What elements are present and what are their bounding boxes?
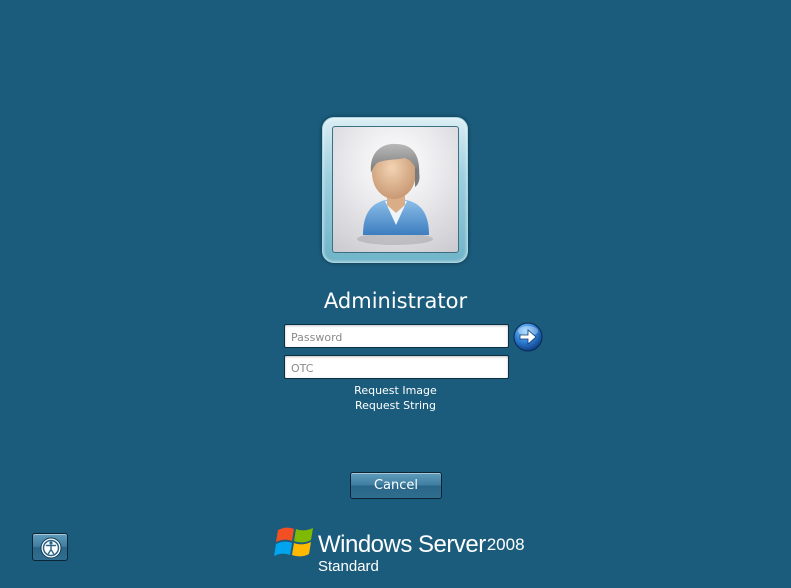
logon-screen: { "user": { "name": "Administrator", "av… xyxy=(0,0,791,588)
product-title: Windows Server xyxy=(318,531,486,558)
submit-button[interactable] xyxy=(513,322,543,352)
user-avatar-icon xyxy=(357,143,433,245)
password-input[interactable] xyxy=(285,325,508,347)
windows-flag-icon xyxy=(274,527,313,557)
product-year: 2008 xyxy=(486,535,525,554)
ease-of-access-icon xyxy=(40,537,62,559)
product-name: Windows Server2008 xyxy=(318,532,525,558)
password-field-frame xyxy=(284,324,509,348)
request-image-link[interactable]: Request Image xyxy=(0,384,791,398)
cancel-button[interactable]: Cancel xyxy=(350,472,442,499)
arrow-right-icon xyxy=(513,322,543,352)
otc-field-frame xyxy=(284,355,509,379)
user-tile xyxy=(322,117,468,263)
username-label: Administrator xyxy=(323,289,468,313)
user-avatar-frame xyxy=(332,126,459,253)
ease-of-access-button[interactable] xyxy=(32,533,68,561)
request-string-link[interactable]: Request String xyxy=(0,399,791,413)
windows-branding: Windows Server2008 Standard xyxy=(274,522,534,578)
product-edition: Standard xyxy=(318,558,379,575)
otc-input[interactable] xyxy=(285,356,508,378)
